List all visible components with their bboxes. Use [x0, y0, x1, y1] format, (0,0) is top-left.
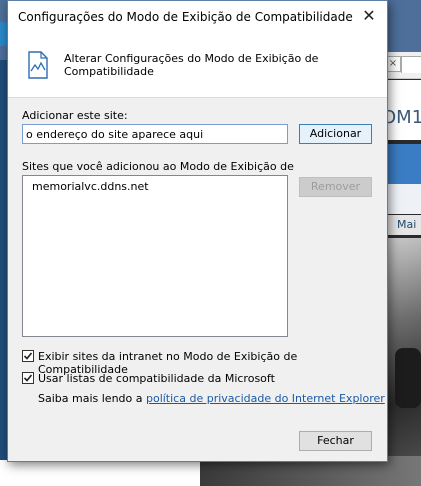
- checkmark-icon: [23, 374, 33, 382]
- intranet-checkbox[interactable]: [22, 350, 34, 362]
- add-site-input[interactable]: [22, 124, 288, 144]
- learn-more-prefix: Saiba mais lendo a: [38, 392, 146, 405]
- ms-lists-checkbox-label[interactable]: Usar listas de compatibilidade da Micros…: [38, 372, 275, 385]
- compatibility-page-icon: [28, 51, 48, 79]
- privacy-policy-link[interactable]: política de privacidade do Internet Expl…: [146, 392, 385, 405]
- dialog-titlebar: Configurações do Modo de Exibição de Com…: [8, 1, 387, 33]
- compatibility-view-dialog: Configurações do Modo de Exibição de Com…: [7, 0, 388, 462]
- sites-list[interactable]: memorialvc.ddns.net: [22, 175, 288, 337]
- close-icon[interactable]: ✕: [357, 5, 381, 27]
- add-site-label: Adicionar este site:: [22, 109, 128, 122]
- dialog-title: Configurações do Modo de Exibição de Com…: [18, 10, 353, 24]
- background-chair-shape: [395, 348, 421, 408]
- ms-lists-checkbox[interactable]: [22, 372, 34, 384]
- learn-more-text: Saiba mais lendo a política de privacida…: [38, 392, 385, 405]
- checkmark-icon: [23, 352, 33, 360]
- background-nav-tab[interactable]: Mai: [397, 218, 416, 231]
- dialog-header-text: Alterar Configurações do Modo de Exibiçã…: [64, 52, 319, 78]
- add-button[interactable]: Adicionar: [299, 124, 372, 144]
- list-item[interactable]: memorialvc.ddns.net: [32, 180, 149, 193]
- background-tab[interactable]: [401, 56, 421, 73]
- background-bottom-left: [0, 460, 200, 486]
- close-button[interactable]: Fechar: [299, 431, 372, 451]
- remove-button[interactable]: Remover: [299, 177, 372, 197]
